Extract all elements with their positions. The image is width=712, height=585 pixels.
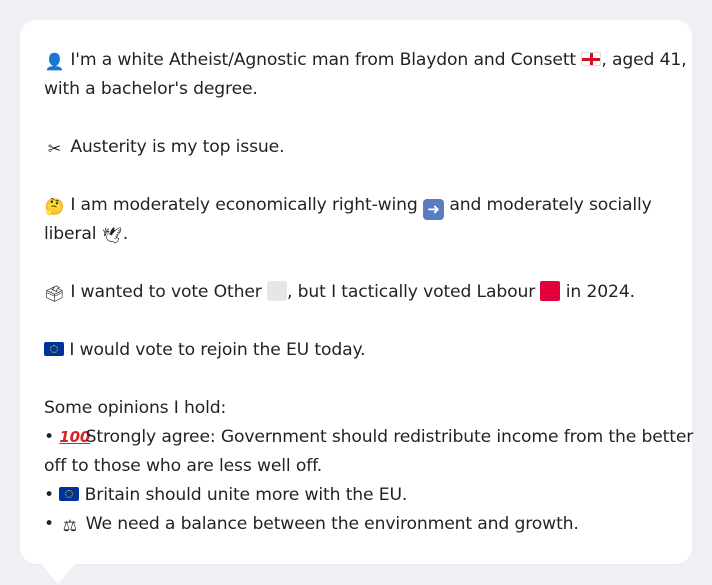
bust-in-silhouette-icon: 👤: [44, 52, 65, 71]
ballot-box-icon: 🗳: [44, 284, 65, 303]
opinions-section: Some opinions I hold: • 100 Strongly agr…: [44, 394, 693, 539]
identity-age-text: , aged 41,: [601, 50, 687, 70]
england-flag-icon: [581, 52, 602, 66]
thinking-face-icon: 🤔: [44, 197, 65, 216]
profile-content: 👤 I'm a white Atheist/Agnostic man from …: [44, 46, 693, 539]
vote-year-text: in 2024.: [565, 282, 635, 302]
opinion-text: Strongly agree: Government should redist…: [85, 427, 694, 447]
eu-flag-icon: [59, 487, 80, 501]
profile-card: 👤 I'm a white Atheist/Agnostic man from …: [20, 20, 693, 564]
social-stance-text: liberal: [44, 224, 97, 244]
bullet: •: [44, 427, 54, 447]
hundred-points-icon: 100: [59, 428, 91, 446]
scissors-icon: ✂: [47, 139, 62, 158]
opinion-text-continued: off to those who are less well off.: [44, 456, 323, 476]
right-arrow-icon: ➜: [423, 199, 444, 220]
bullet: •: [44, 485, 54, 505]
opinion-item: • ⚖ We need a balance between the enviro…: [44, 510, 668, 539]
bullet: •: [44, 514, 54, 534]
labour-party-swatch: [540, 281, 561, 301]
opinion-text: Britain should unite more with the EU.: [84, 485, 408, 505]
eu-stance-text: I would vote to rejoin the EU today.: [69, 340, 366, 360]
eu-paragraph: I would vote to rejoin the EU today.: [44, 336, 668, 365]
opinion-text: We need a balance between the environmen…: [85, 514, 579, 534]
balance-scale-icon: ⚖: [62, 516, 77, 535]
vote-paragraph: 🗳 I wanted to vote Other , but I tactica…: [44, 278, 668, 307]
economic-text: I am moderately economically right-wing: [70, 195, 418, 215]
eu-flag-icon: [44, 342, 64, 356]
opinion-item: • Britain should unite more with the EU.: [44, 481, 668, 510]
social-text: and moderately socially: [449, 195, 652, 215]
identity-text: I'm a white Atheist/Agnostic man from Bl…: [70, 50, 577, 70]
dove-icon: 🕊: [102, 226, 123, 245]
identity-degree-text: with a bachelor's degree.: [44, 79, 258, 99]
vote-wanted-text: I wanted to vote Other: [70, 282, 262, 302]
top-issue-text: Austerity is my top issue.: [70, 137, 285, 157]
vote-tactical-text: , but I tactically voted Labour: [287, 282, 536, 302]
identity-paragraph: 👤 I'm a white Atheist/Agnostic man from …: [44, 46, 687, 104]
opinions-heading: Some opinions I hold:: [44, 398, 227, 418]
opinion-item: • 100 Strongly agree: Government should …: [44, 423, 693, 452]
other-party-swatch: [267, 281, 288, 301]
period-text: .: [122, 224, 129, 244]
top-issue-paragraph: ✂ Austerity is my top issue.: [44, 133, 668, 162]
speech-bubble-tail: [40, 563, 76, 584]
ideology-paragraph: 🤔 I am moderately economically right-win…: [44, 191, 668, 249]
